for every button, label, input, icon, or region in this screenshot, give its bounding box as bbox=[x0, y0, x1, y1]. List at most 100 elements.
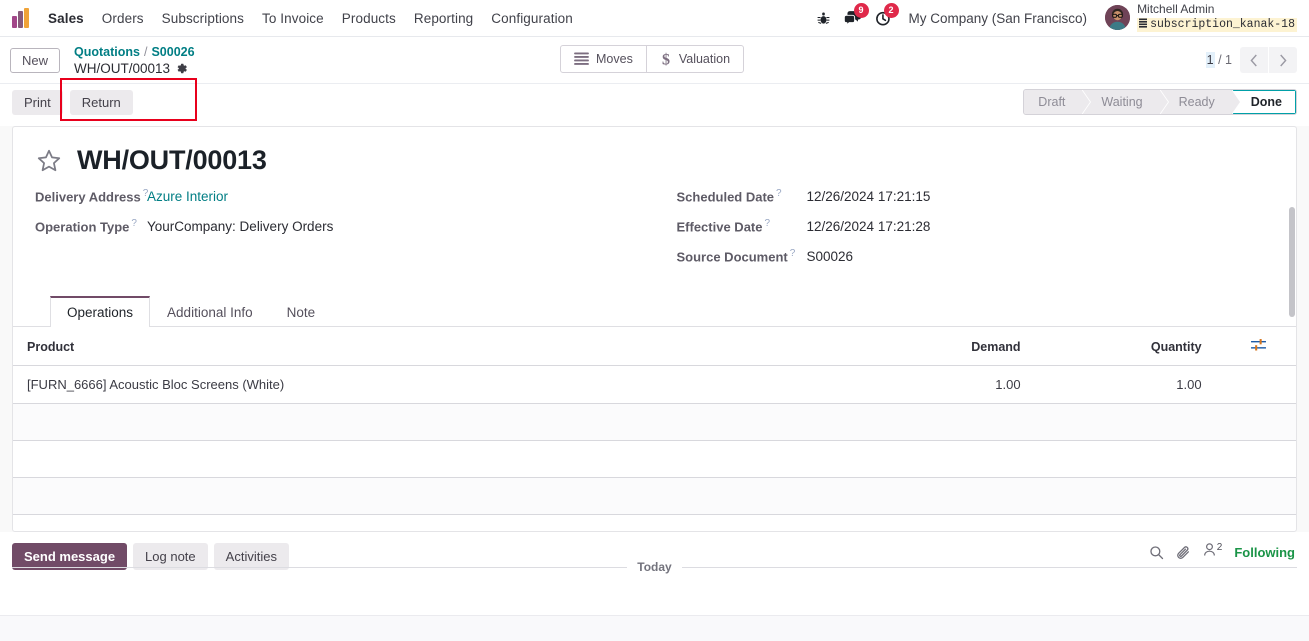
odoo-logo-icon[interactable] bbox=[12, 8, 34, 28]
column-header-product[interactable]: Product bbox=[13, 327, 858, 366]
cell-empty bbox=[1220, 515, 1296, 532]
chevron-right-icon[interactable] bbox=[1269, 47, 1297, 73]
field-label-effective-date: Effective Date? bbox=[676, 218, 771, 235]
star-icon[interactable] bbox=[35, 147, 63, 175]
breadcrumb-item-s00026[interactable]: S00026 bbox=[151, 45, 194, 59]
tooltip-icon[interactable]: ? bbox=[764, 218, 770, 229]
cell-empty bbox=[13, 440, 858, 478]
nav-menu-subscriptions[interactable]: Subscriptions bbox=[153, 5, 253, 32]
cell-quantity[interactable]: 1.00 bbox=[1038, 365, 1220, 404]
tooltip-icon[interactable]: ? bbox=[776, 188, 782, 199]
cell-empty bbox=[13, 403, 858, 441]
return-button[interactable]: Return bbox=[69, 89, 133, 115]
nav-menu-configuration[interactable]: Configuration bbox=[482, 5, 582, 32]
breadcrumb: Quotations / S00026 WH/OUT/00013 bbox=[70, 41, 201, 79]
user-icon bbox=[1203, 542, 1216, 562]
column-header-demand[interactable]: Demand bbox=[857, 327, 1039, 366]
cell-empty bbox=[857, 403, 1039, 441]
operations-table: Product Demand Quantity [FURN_6666] Acou… bbox=[13, 327, 1296, 532]
status-draft[interactable]: Draft bbox=[1024, 90, 1092, 114]
field-label-source-document: Source Document? bbox=[676, 248, 796, 265]
field-value-source-document[interactable]: S00026 bbox=[807, 249, 854, 264]
bug-icon[interactable] bbox=[809, 3, 839, 33]
messages-badge: 9 bbox=[853, 3, 869, 18]
sheet-scrollbar[interactable] bbox=[1289, 207, 1295, 317]
database-icon bbox=[1139, 18, 1148, 32]
notebook: Operations Additional Info Note Product … bbox=[13, 296, 1296, 532]
avatar bbox=[1105, 5, 1131, 31]
column-header-quantity[interactable]: Quantity bbox=[1038, 327, 1220, 366]
field-value-scheduled-date[interactable]: 12/26/2024 17:21:15 bbox=[807, 189, 931, 204]
cell-empty bbox=[13, 477, 858, 515]
moves-button[interactable]: Moves bbox=[560, 44, 647, 73]
chatter-date-separator: Today bbox=[12, 560, 1298, 574]
paperclip-icon[interactable] bbox=[1176, 545, 1191, 560]
breadcrumb-current-label: WH/OUT/00013 bbox=[74, 61, 171, 76]
pager-buttons bbox=[1240, 47, 1297, 73]
breadcrumb-current-record: WH/OUT/00013 bbox=[74, 60, 195, 77]
search-icon[interactable] bbox=[1149, 545, 1164, 560]
database-name: subscription_kanak-18 bbox=[1137, 17, 1297, 32]
field-label-scheduled-date: Scheduled Date? bbox=[676, 188, 782, 205]
chatter-toolbar: Send message Log note Activities 2 Follo… bbox=[0, 532, 1309, 574]
tooltip-icon[interactable]: ? bbox=[790, 248, 796, 259]
nav-menu-products[interactable]: Products bbox=[333, 5, 405, 32]
status-waiting[interactable]: Waiting bbox=[1081, 90, 1169, 114]
pager-current: 1 bbox=[1205, 52, 1215, 68]
user-menu[interactable]: Mitchell Admin subscription_kanak-18 bbox=[1097, 3, 1301, 32]
tab-note[interactable]: Note bbox=[270, 296, 333, 327]
dollar-icon: $ bbox=[660, 51, 672, 67]
separator-line-left bbox=[12, 566, 628, 568]
cell-empty bbox=[1038, 403, 1220, 441]
table-row-empty bbox=[13, 515, 1296, 532]
record-title-row: WH/OUT/00013 bbox=[13, 127, 1296, 182]
cell-spacer bbox=[1219, 365, 1296, 404]
messages-icon[interactable]: 9 bbox=[839, 3, 869, 33]
svg-text:$: $ bbox=[662, 51, 670, 67]
cell-empty bbox=[857, 477, 1039, 515]
optional-columns-toggle[interactable] bbox=[1219, 327, 1296, 366]
pager-counter[interactable]: 1 / 1 bbox=[1205, 52, 1232, 68]
nav-menu-orders[interactable]: Orders bbox=[93, 5, 153, 32]
cell-empty bbox=[857, 440, 1039, 478]
valuation-button[interactable]: $ Valuation bbox=[646, 44, 745, 73]
breadcrumb-path: Quotations / S00026 bbox=[74, 44, 195, 60]
page-title: WH/OUT/00013 bbox=[77, 145, 267, 175]
chevron-left-icon[interactable] bbox=[1240, 47, 1268, 73]
separator-line-right bbox=[681, 566, 1298, 568]
followers-button[interactable]: 2 bbox=[1203, 542, 1222, 562]
activities-icon[interactable]: 2 bbox=[869, 3, 899, 33]
cell-product[interactable]: [FURN_6666] Acoustic Bloc Screens (White… bbox=[13, 365, 858, 404]
nav-menu-to-invoice[interactable]: To Invoice bbox=[253, 5, 333, 32]
notebook-tabs: Operations Additional Info Note bbox=[13, 296, 1296, 327]
field-value-effective-date[interactable]: 12/26/2024 17:21:28 bbox=[807, 219, 931, 234]
table-header: Product Demand Quantity bbox=[13, 327, 1296, 366]
cell-empty bbox=[1219, 440, 1296, 478]
action-status-row: Print Return Draft Waiting Ready Done bbox=[0, 84, 1309, 120]
print-button[interactable]: Print bbox=[12, 89, 63, 115]
cell-empty bbox=[1219, 403, 1296, 441]
following-status[interactable]: Following bbox=[1234, 545, 1295, 560]
gear-icon[interactable] bbox=[175, 62, 188, 75]
tab-operations[interactable]: Operations bbox=[50, 296, 151, 327]
bottom-strip bbox=[0, 615, 1309, 641]
fields-container: Delivery Address? Azure Interior Operati… bbox=[13, 182, 1296, 278]
cell-demand[interactable]: 1.00 bbox=[857, 365, 1039, 404]
breadcrumb-item-quotations[interactable]: Quotations bbox=[74, 45, 140, 59]
table-body: [FURN_6666] Acoustic Bloc Screens (White… bbox=[13, 365, 1296, 532]
company-switcher[interactable]: My Company (San Francisco) bbox=[899, 5, 1098, 32]
form-sheet: WH/OUT/00013 Delivery Address? Azure Int… bbox=[12, 126, 1297, 532]
navbar-right-group: 9 2 My Company (San Francisco) Mitchell … bbox=[809, 3, 1302, 33]
tab-additional-info[interactable]: Additional Info bbox=[150, 296, 270, 327]
status-ready[interactable]: Ready bbox=[1158, 90, 1241, 114]
top-navbar: Sales Orders Subscriptions To Invoice Pr… bbox=[0, 0, 1309, 37]
chatter-right-group: 2 Following bbox=[1149, 542, 1295, 562]
breadcrumb-separator: / bbox=[143, 45, 148, 59]
nav-menu-reporting[interactable]: Reporting bbox=[405, 5, 482, 32]
new-button[interactable]: New bbox=[10, 47, 61, 73]
nav-app-name-sales[interactable]: Sales bbox=[44, 5, 93, 32]
table-header-row: Product Demand Quantity bbox=[13, 327, 1296, 366]
cell-empty bbox=[1038, 440, 1220, 478]
table-row[interactable]: [FURN_6666] Acoustic Bloc Screens (White… bbox=[13, 365, 1296, 404]
cell-empty bbox=[858, 515, 1039, 532]
